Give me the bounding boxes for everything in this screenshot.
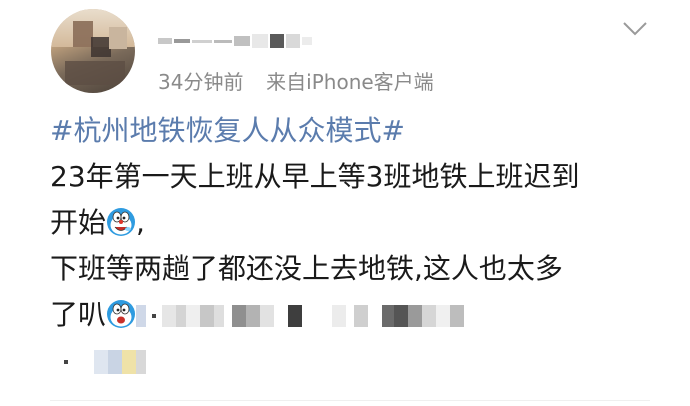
redaction-block	[234, 36, 250, 46]
post-divider	[50, 400, 650, 401]
post-source-app[interactable]: iPhone客户端	[306, 70, 434, 94]
avatar[interactable]	[51, 9, 135, 93]
post-text-fragment: 开始	[50, 206, 107, 239]
redaction-block	[136, 350, 146, 374]
redaction-block	[232, 305, 247, 327]
redaction-block	[260, 305, 275, 327]
weibo-post: 34分钟前 来自iPhone客户端 #杭州地铁恢复人从众模式# 23年第一天上班…	[0, 0, 690, 406]
redaction-block	[288, 305, 303, 327]
redaction-block	[152, 314, 157, 318]
redaction-block	[450, 305, 465, 327]
redacted-text	[136, 305, 465, 327]
redaction-block	[382, 305, 395, 327]
post-source-label: 来自	[266, 70, 307, 94]
post-text-line: 开始 ,	[50, 200, 660, 246]
avatar-mosaic	[109, 27, 127, 49]
redaction-block	[64, 360, 68, 364]
redaction-block	[136, 305, 147, 327]
redaction-block	[176, 305, 187, 327]
avatar-mosaic	[91, 37, 111, 57]
redaction-block	[422, 305, 437, 327]
redaction-block	[436, 305, 451, 327]
redaction-block	[270, 34, 284, 48]
username-redacted[interactable]	[158, 26, 312, 56]
post-text-line: 23年第一天上班从早上等3班地铁上班迟到	[50, 160, 580, 193]
post-meta: 34分钟前 来自iPhone客户端	[158, 66, 434, 95]
post-text-line: 了叭	[50, 292, 660, 338]
redaction-block	[214, 39, 232, 43]
redaction-block	[162, 305, 177, 327]
doraemon-emoji-icon	[107, 208, 136, 236]
redaction-block	[286, 34, 300, 48]
doraemon-emoji-icon	[107, 300, 136, 328]
redaction-block	[192, 39, 212, 43]
post-content: #杭州地铁恢复人从众模式# 23年第一天上班从早上等3班地铁上班迟到 开始 , …	[50, 108, 660, 384]
redaction-block	[108, 350, 122, 374]
redaction-block	[174, 39, 190, 43]
redaction-block	[246, 305, 261, 327]
avatar-mosaic	[73, 21, 93, 47]
post-text-fragment: 了叭	[50, 298, 107, 331]
redaction-block	[252, 34, 268, 48]
redaction-block	[94, 350, 108, 374]
avatar-mosaic	[65, 61, 125, 85]
redaction-block	[186, 305, 201, 327]
post-text-line	[50, 338, 660, 384]
redaction-block	[332, 305, 347, 327]
redaction-block	[394, 305, 409, 327]
redaction-block	[200, 305, 215, 327]
post-text-fragment: ,	[136, 206, 145, 239]
redacted-text	[50, 350, 146, 374]
post-time: 34分钟前	[158, 70, 244, 94]
redaction-block	[408, 305, 423, 327]
topic-hashtag[interactable]: #杭州地铁恢复人从众模式#	[50, 108, 660, 154]
redaction-block	[354, 305, 369, 327]
redaction-block	[122, 350, 136, 374]
chevron-down-icon[interactable]	[622, 20, 648, 38]
redaction-block	[214, 305, 225, 327]
redaction-block	[302, 37, 312, 45]
redaction-block	[158, 38, 172, 44]
post-text-line: 下班等两趟了都还没上去地铁,这人也太多	[50, 252, 563, 285]
